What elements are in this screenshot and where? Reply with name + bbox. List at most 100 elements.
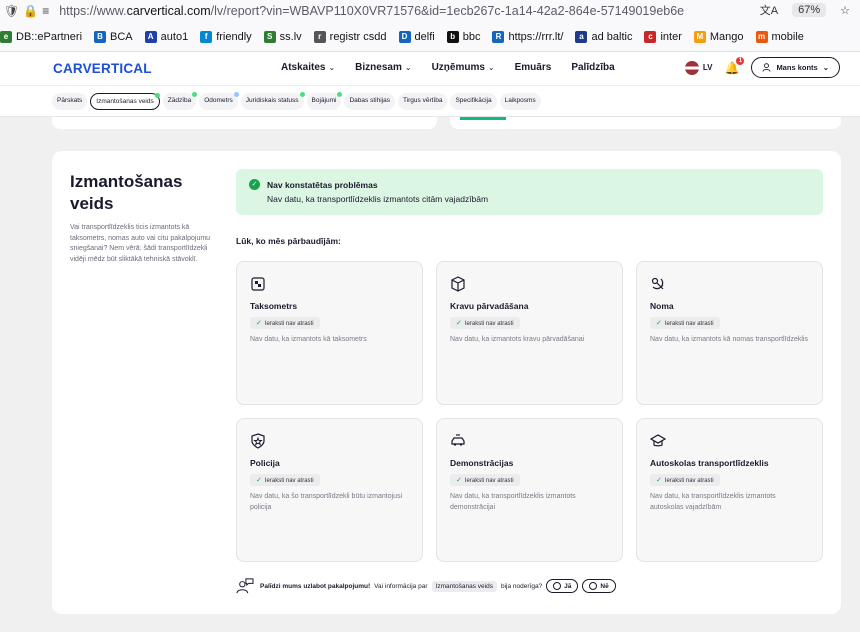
chevron-down-icon: ⌄: [328, 63, 336, 72]
checks-grid: Taksometrs ✓ Ieraksti nav atrasti Nav datu,…: [236, 261, 823, 562]
feedback-question-a: Vai informācija par: [374, 582, 428, 590]
check-card-description: Nav datu, ka izmantots kā taksometrs: [250, 336, 367, 343]
carvertical-logo[interactable]: CARVERTICAL: [53, 61, 152, 76]
nav-item[interactable]: Biznesam ⌄: [355, 62, 411, 73]
bookmark-label: auto1: [160, 30, 189, 43]
bookmark-item[interactable]: a ad baltic: [575, 30, 632, 43]
tab-item[interactable]: Odometrs: [199, 92, 239, 110]
url-prefix: https://www.: [59, 4, 127, 18]
check-card-description: Nav datu, ka izmantots kā nomas transpor…: [650, 336, 808, 343]
bookmark-item[interactable]: B BCA: [94, 30, 133, 43]
check-card: Kravu pārvadāšana ✓ Ieraksti nav atrasti Na…: [436, 261, 623, 405]
nav-item[interactable]: Palīdzība: [571, 62, 614, 73]
tab-label: Izmantošanas veids: [96, 98, 154, 105]
tab-label: Bojājumi: [311, 97, 337, 104]
nav-item[interactable]: Emuārs: [515, 62, 552, 73]
tab-label: Zādzība: [167, 97, 192, 104]
tab-label: Specifikācija: [455, 97, 492, 104]
feedback-question-b: bija noderīga?: [500, 582, 543, 590]
bookmark-favicon-icon: S: [263, 30, 276, 43]
tab-item[interactable]: Specifikācija: [450, 93, 497, 110]
zoom-level[interactable]: 67%: [792, 3, 827, 17]
tab-label: Pārskats: [57, 97, 83, 104]
check-card-title: Kravu pārvadāšana: [450, 301, 529, 311]
nav-item[interactable]: Uzņēmums ⌄: [432, 62, 495, 73]
check-card-title: Policija: [250, 458, 280, 468]
tab-item[interactable]: Pārskats: [52, 93, 88, 110]
latvia-flag-icon: [684, 60, 699, 75]
bookmark-item[interactable]: m mobile: [755, 30, 804, 43]
check-card-description: Nav datu, ka transportlīdzeklis izmantot…: [450, 493, 576, 511]
feedback-yes-button[interactable]: Jā: [546, 579, 579, 593]
shield-icon[interactable]: 🛡: [4, 4, 19, 18]
tab-item[interactable]: Laikposms: [499, 93, 541, 110]
bookmark-item[interactable]: M Mango: [693, 30, 744, 43]
tab-status-dot: [299, 92, 305, 97]
tab-label: Odometrs: [204, 97, 233, 104]
main-nav: Atskaites ⌄ Biznesam ⌄ Uzņēmums ⌄ Emuārs Palīdz…: [281, 62, 615, 73]
check-card-title: Demonstrācijas: [450, 458, 514, 468]
bookmark-item[interactable]: Sss.lv: [263, 30, 302, 43]
permissions-icon[interactable]: ≡: [42, 4, 49, 18]
records-badge-label: Ieraksti nav atrasti: [664, 321, 714, 327]
feedback-no-button[interactable]: Nē: [582, 579, 616, 593]
notifications-button[interactable]: 🔔 1: [724, 56, 745, 75]
translate-icon[interactable]: 文A: [760, 2, 778, 18]
bookmark-favicon-icon: e: [0, 30, 12, 43]
bookmark-item[interactable]: r registr csdd: [313, 30, 387, 43]
language-selector[interactable]: LV: [684, 60, 712, 75]
nav-item-label: Atskaites: [281, 62, 326, 73]
tab-item[interactable]: Bojājumi: [306, 92, 343, 110]
records-badge-label: Ieraksti nav atrasti: [464, 478, 514, 484]
check-icon: ✓: [656, 320, 662, 327]
bookmark-label: registr csdd: [329, 30, 387, 43]
records-badge-label: Ieraksti nav atrasti: [464, 321, 514, 327]
bookmark-label: mobile: [771, 30, 804, 43]
tab-status-dot: [233, 92, 239, 97]
previous-card-left: [52, 117, 437, 129]
bookmark-item[interactable]: Rhttps://rrr.lt/: [492, 30, 563, 43]
bookmark-label: inter: [660, 30, 682, 43]
tab-item[interactable]: Izmantošanas veids: [90, 93, 160, 110]
bookmark-item[interactable]: b bbc: [446, 30, 480, 43]
bookmark-favicon-icon: m: [755, 30, 768, 43]
check-card-title: Noma: [650, 301, 674, 311]
bookmark-item[interactable]: Aauto1: [144, 30, 189, 43]
nav-item[interactable]: Atskaites ⌄: [281, 62, 335, 73]
records-badge: ✓ Ieraksti nav atrasti: [650, 317, 720, 329]
tab-item[interactable]: Tirgus vērtība: [397, 93, 448, 110]
check-card-description: Nav datu, ka izmantots kravu pārvadāšana…: [450, 336, 585, 343]
check-card-title: Autoskolas transportlīdzeklis: [650, 458, 769, 468]
lock-icon[interactable]: 🔒: [23, 4, 38, 18]
tab-item[interactable]: Juridiskais statuss: [240, 92, 305, 110]
tab-status-dot: [337, 92, 343, 97]
account-button[interactable]: Mans konts ⌄: [751, 57, 840, 78]
bookmark-favicon-icon: f: [200, 30, 213, 43]
records-badge: ✓ Ieraksti nav atrasti: [250, 474, 320, 486]
check-icon: ✓: [456, 477, 462, 484]
check-circle-icon: ✓: [249, 179, 260, 190]
bookmark-favicon-icon: A: [144, 30, 157, 43]
bookmark-item[interactable]: Ddelfi: [398, 30, 435, 43]
graduation-cap-icon: [650, 434, 666, 447]
check-card: Noma ✓ Ieraksti nav atrasti Nav datu, ka iz…: [636, 261, 823, 405]
bookmark-favicon-icon: r: [313, 30, 326, 43]
account-label: Mans konts: [776, 63, 818, 72]
tab-label: Dabas stihijas: [349, 97, 390, 104]
bookmark-item[interactable]: e DB::ePartneri: [0, 30, 82, 43]
tab-label: Laikposms: [504, 97, 536, 104]
bookmark-star-icon[interactable]: ☆: [840, 4, 850, 17]
check-icon: ✓: [456, 320, 462, 327]
bookmark-label: friendly: [216, 30, 252, 43]
bookmark-label: Mango: [709, 30, 744, 43]
bookmark-label: ss.lv: [279, 30, 302, 43]
bookmark-item[interactable]: f friendly: [200, 30, 252, 43]
police-badge-icon: [251, 433, 265, 449]
report-tabs: Pārskats Izmantošanas veids Zādzība Odometr…: [52, 92, 541, 110]
tab-item[interactable]: Zādzība: [162, 92, 198, 110]
tab-item[interactable]: Dabas stihijas: [344, 93, 395, 110]
address-field[interactable]: https://www.carvertical.com/lv/report?vi…: [59, 4, 709, 18]
bookmark-item[interactable]: c inter: [644, 30, 682, 43]
records-badge: ✓ Ieraksti nav atrasti: [450, 317, 520, 329]
check-card: Taksometrs ✓ Ieraksti nav atrasti Nav datu,…: [236, 261, 423, 405]
